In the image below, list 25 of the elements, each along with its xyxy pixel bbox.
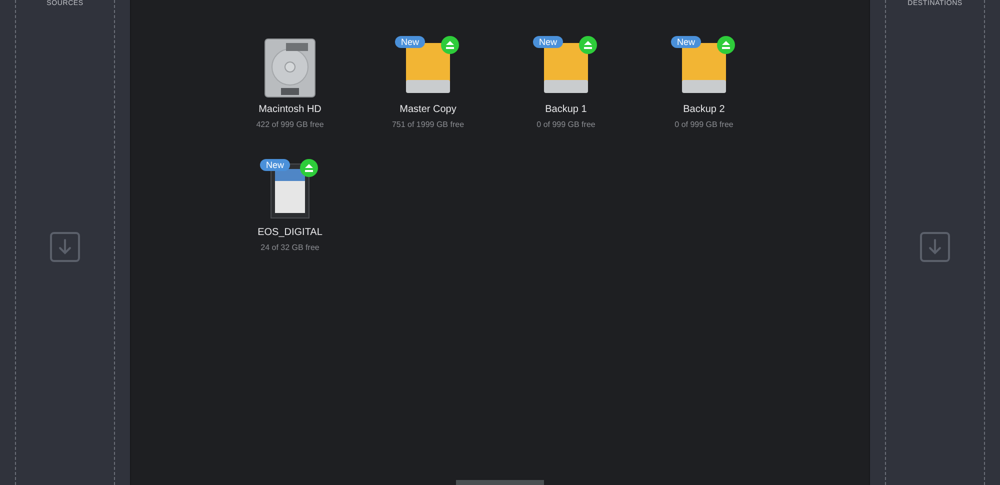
drive-capacity: 0 of 999 GB free [536,120,596,129]
drive-capacity: 0 of 999 GB free [674,120,734,129]
new-badge: New [260,159,290,171]
drive-name: EOS_DIGITAL [258,227,322,238]
drive-capacity: 24 of 32 GB free [260,243,320,252]
drive-capacity: 422 of 999 GB free [256,120,324,129]
drive-item[interactable]: New Backup 2 0 of 999 GB free [649,36,759,129]
drive-name: Macintosh HD [258,104,322,115]
drive-name: Master Copy [400,104,456,115]
hard-drive-icon[interactable] [264,38,316,98]
drive-capacity: 751 of 1999 GB free [392,120,464,129]
eject-icon[interactable] [441,36,459,54]
drive-item[interactable]: New Backup 1 0 of 999 GB free [511,36,621,129]
new-badge: New [395,36,426,48]
eject-icon[interactable] [579,36,597,54]
drive-name: Backup 1 [545,104,587,115]
eject-icon[interactable] [717,36,735,54]
eject-icon[interactable] [300,159,318,177]
new-badge: New [533,36,564,48]
drive-item[interactable]: Macintosh HD 422 of 999 GB free [235,36,345,129]
drive-item[interactable]: New Master Copy 751 of 1999 GB free [373,36,483,129]
drive-name: Backup 2 [683,104,725,115]
new-badge: New [671,36,702,48]
bottom-handle[interactable] [456,480,544,485]
drive-item[interactable]: New EOS_DIGITAL 24 of 32 GB free [235,159,345,252]
